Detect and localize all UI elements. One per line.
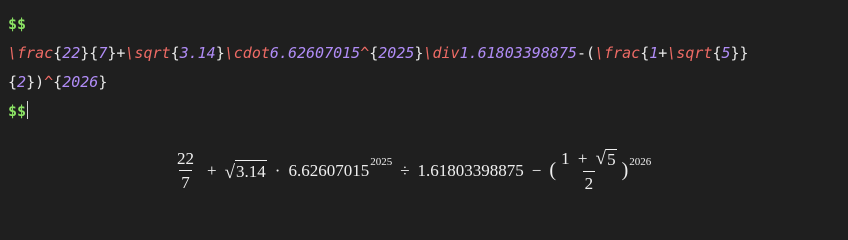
right-parenthesis: ) [621,159,629,181]
math-delimiter-open: $$ [8,15,27,33]
token-brace: { [53,73,63,91]
token-brace: } [80,44,90,62]
numerator-plus: + [577,149,588,168]
planck-number: 6.62607015 [288,160,370,180]
token-num: 1 [649,44,659,62]
fraction-denominator: 7 [179,170,192,191]
fraction-22-7: 22 7 [175,150,196,191]
editor-line-4: $$ [8,97,848,126]
division-sign: ÷ [400,160,410,180]
golden-ratio-number: 1.61803398875 [417,160,524,180]
token-num: 7 [98,44,108,62]
token-op: + [658,44,668,62]
token-num: 2 [17,73,27,91]
minus-sign: − [531,160,542,180]
token-cmd: \frac [8,44,54,62]
token-brace: }} [730,44,749,62]
token-num: 2025 [378,44,415,62]
rendered-formula: 22 7 + √ 3.14 · 6.62607015 2025 ÷ 1.6180… [172,149,651,192]
latex-editor[interactable]: $$ \frac{22}{7}+\sqrt{3.14}\cdot6.626070… [0,0,848,138]
token-cmd: \sqrt [667,44,713,62]
token-cmd: \div [423,44,460,62]
token-cmd: \sqrt [125,44,171,62]
token-cmd: \cdot [224,44,270,62]
token-brace: { [53,44,63,62]
token-brace: } [98,73,108,91]
radical-sign-icon: √ [224,161,236,183]
token-brace: { [8,73,18,91]
square-root-5: √ 5 [596,149,617,168]
radicand: 5 [606,149,617,169]
fraction-numerator: 22 [177,149,194,168]
token-brace: }) [26,73,45,91]
token-cmd: ^ [44,73,54,91]
text-cursor [27,101,29,119]
token-op: -( [576,44,596,62]
token-brace: } [215,44,225,62]
exponent-2026: 2026 [629,155,652,168]
token-cmd: ^ [360,44,370,62]
token-brace: { [369,44,379,62]
fraction-denominator: 2 [582,171,596,192]
token-brace: { [640,44,650,62]
token-num: 6.62607015 [269,44,361,62]
numerator-one: 1 [561,149,570,168]
token-num: 2026 [62,73,99,91]
radicand: 3.14 [235,159,267,181]
math-delimiter-close: $$ [8,102,27,120]
token-num: 5 [721,44,731,62]
left-parenthesis: ( [549,159,557,181]
token-num: 22 [62,44,81,62]
editor-line-1: $$ [8,10,848,39]
token-cmd: \frac [595,44,641,62]
rendered-formula-area: 22 7 + √ 3.14 · 6.62607015 2025 ÷ 1.6180… [0,145,848,205]
square-root-3-14: √ 3.14 [224,159,267,183]
editor-line-2: \frac{22}{7}+\sqrt{3.14}\cdot6.62607015^… [8,39,848,68]
dot-operator: · [274,160,281,180]
token-num: 3.14 [179,44,216,62]
token-brace: { [89,44,99,62]
fraction-numerator: 1 + √ 5 [559,149,619,171]
radical-sign-icon: √ [595,148,607,169]
token-brace: { [170,44,180,62]
token-num: 1.61803398875 [459,44,577,62]
exponent-2025: 2025 [370,155,393,168]
editor-line-3: {2})^{2026} [8,68,848,97]
plus-sign: + [207,160,217,180]
fraction-golden: 1 + √ 5 2 [559,149,619,192]
